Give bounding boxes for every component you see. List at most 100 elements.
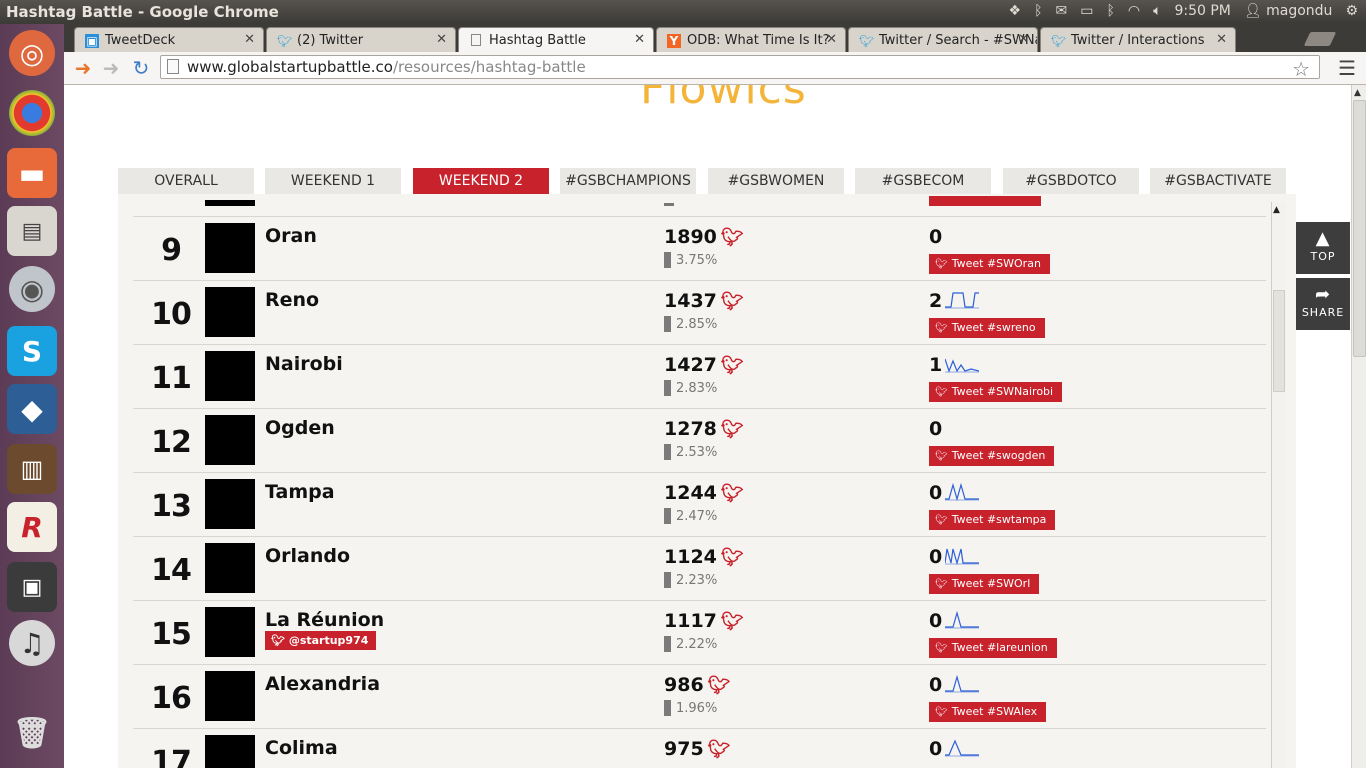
- tweet-count: 1890 🐦︎: [664, 226, 744, 248]
- share-arrow-icon: ➦: [1314, 284, 1332, 305]
- tab-gsbdotco[interactable]: #GSBDOTCO: [1003, 168, 1139, 194]
- tweet-count-value: 975: [664, 738, 704, 760]
- tab-weekend-2[interactable]: WEEKEND 2: [413, 168, 549, 194]
- bluetooth-2-icon[interactable]: ᛒ: [1106, 3, 1114, 19]
- bookmark-star-icon[interactable]: ☆: [1292, 57, 1310, 81]
- dropbox-icon[interactable]: ❖: [1009, 3, 1022, 19]
- rank: 10: [151, 297, 192, 332]
- tab-twitter-search[interactable]: 🐦︎ Twitter / Search - #SWNai ✕: [848, 27, 1038, 52]
- twitter-handle-button[interactable]: 🐦︎ @startup974: [265, 631, 377, 650]
- percent-bar: [664, 636, 671, 652]
- tab-gsbchampions[interactable]: #GSBCHAMPIONS: [560, 168, 696, 194]
- city-name: Reno: [265, 289, 320, 311]
- close-icon[interactable]: ✕: [634, 32, 645, 47]
- close-icon[interactable]: ✕: [1216, 32, 1227, 47]
- workspace-switcher-icon[interactable]: ▣: [7, 562, 57, 612]
- close-icon[interactable]: ✕: [1018, 32, 1029, 47]
- tweet-hashtag-button[interactable]: 🐦︎ Tweet #SWOran: [929, 254, 1050, 274]
- disk-utility-icon[interactable]: ◉: [9, 266, 55, 312]
- flowics-logo: Flowics: [640, 85, 807, 114]
- tweet-hashtag-button[interactable]: 🐦︎ Tweet #lareunion: [929, 638, 1057, 658]
- clock[interactable]: 9:50 PM: [1174, 3, 1230, 19]
- tab-odb[interactable]: Y ODB: What Time Is It? ✕: [656, 27, 846, 52]
- url-path: /resources/hashtag-battle: [392, 58, 586, 76]
- new-tab-button[interactable]: [1303, 32, 1337, 46]
- scroll-up-arrow[interactable]: ▲: [1273, 205, 1280, 215]
- share-button[interactable]: ➦ SHARE: [1296, 278, 1350, 330]
- chrome-icon[interactable]: [9, 90, 55, 136]
- twitter-bird-icon: 🐦︎: [707, 675, 731, 696]
- percent-bar: [664, 572, 671, 588]
- menu-icon[interactable]: ☰: [1338, 56, 1356, 80]
- tab-twitter[interactable]: 🐦︎ (2) Twitter ✕: [266, 27, 456, 52]
- tweet-label: Tweet #SWOran: [951, 257, 1041, 270]
- bluetooth-icon[interactable]: ᛒ: [1034, 3, 1042, 19]
- ubuntu-dash-icon[interactable]: ◎: [9, 30, 55, 76]
- tab-overall[interactable]: OVERALL: [118, 168, 254, 194]
- close-icon[interactable]: ✕: [436, 32, 447, 47]
- tweet-hashtag-button[interactable]: 🐦︎ Tweet #swogden: [929, 446, 1055, 466]
- tab-tweetdeck[interactable]: ▣ TweetDeck ✕: [74, 27, 264, 52]
- launcher: ◎ ▬ ▤ ◉ S ◆ ▥ R ▣ ♫ 🗑︎: [0, 24, 65, 768]
- files-icon[interactable]: ▬: [7, 148, 57, 198]
- leaderboard-row: 10 Reno 1437 🐦︎ 2.85% 2 🐦︎ Tweet #swreno: [133, 280, 1266, 345]
- trash-icon[interactable]: 🗑︎: [7, 708, 57, 758]
- library-icon[interactable]: ▥: [7, 444, 57, 494]
- avatar: [205, 671, 255, 721]
- gear-icon[interactable]: ⚙: [1345, 3, 1358, 19]
- music-player-icon[interactable]: ♫: [9, 620, 55, 666]
- tweet-hashtag-button[interactable]: 🐦︎ Tweet #swreno: [929, 318, 1045, 338]
- twitter-bird-icon: 🐦︎: [277, 34, 293, 48]
- user-menu[interactable]: 👤︎ magondu: [1244, 3, 1333, 19]
- mail-icon[interactable]: ✉: [1055, 3, 1067, 19]
- tweet-hashtag-button[interactable]: 🐦︎ Tweet #swtampa: [929, 510, 1056, 530]
- pct-bar-partial: [664, 203, 674, 206]
- tab-gsbwomen[interactable]: #GSBWOMEN: [708, 168, 844, 194]
- window-scroll-thumb[interactable]: [1353, 100, 1366, 357]
- skype-icon[interactable]: S: [7, 326, 57, 376]
- twitter-bird-icon: 🐦︎: [720, 547, 744, 568]
- tweet-hashtag-button[interactable]: 🐦︎ Tweet #SWNairobi: [929, 382, 1063, 402]
- leaderboard-scrollbar[interactable]: [1271, 202, 1286, 768]
- percent-bar: [664, 444, 671, 460]
- top-button[interactable]: ▲ TOP: [1296, 222, 1350, 274]
- window-scroll-up-arrow[interactable]: ▲: [1354, 88, 1361, 98]
- url-host: www.globalstartupbattle.co: [187, 58, 393, 76]
- tweet-count: 975 🐦︎: [664, 738, 731, 760]
- close-icon[interactable]: ✕: [826, 32, 837, 47]
- twitter-bird-icon: 🐦︎: [935, 515, 948, 526]
- percent-share: 2.53%: [676, 445, 718, 460]
- leaderboard-scroll-thumb[interactable]: [1273, 290, 1285, 392]
- forward-button[interactable]: ➜: [98, 56, 124, 80]
- close-icon[interactable]: ✕: [244, 32, 255, 47]
- percent-share: 2.47%: [676, 509, 718, 524]
- city-name: La Réunion: [265, 609, 385, 631]
- tweet-label: Tweet #lareunion: [951, 641, 1048, 654]
- leaderboard: 9 Oran 1890 🐦︎ 3.75% 0 🐦︎ Tweet #SWOran 10 Reno 14…: [118, 194, 1296, 768]
- rstudio-icon[interactable]: R: [7, 502, 57, 552]
- avatar: [205, 543, 255, 593]
- tweet-hashtag-button[interactable]: 🐦︎ Tweet #SWOrl: [929, 574, 1040, 594]
- system-settings-icon[interactable]: ▤: [7, 206, 57, 256]
- triangle-up-icon: ▲: [1315, 228, 1331, 249]
- tab-hashtag-battle[interactable]: Hashtag Battle ✕: [458, 27, 654, 52]
- tweet-hashtag-button[interactable]: 🐦︎ Tweet #SWAlex: [929, 702, 1047, 722]
- virtualbox-icon[interactable]: ◆: [7, 384, 57, 434]
- back-button[interactable]: ➜: [70, 56, 96, 80]
- tweet-label: Tweet #swtampa: [951, 513, 1047, 526]
- wifi-icon[interactable]: ◠: [1128, 3, 1140, 19]
- address-bar[interactable]: www.globalstartupbattle.co/resources/has…: [160, 55, 1320, 79]
- volume-icon[interactable]: 🔈︎: [1153, 3, 1161, 19]
- tab-gsbecom[interactable]: #GSBECOM: [855, 168, 991, 194]
- battery-icon[interactable]: ▭: [1080, 3, 1093, 19]
- tab-weekend-1[interactable]: WEEKEND 1: [265, 168, 401, 194]
- side-actions: ▲ TOP ➦ SHARE: [1296, 222, 1350, 334]
- tweet-count: 1117 🐦︎: [664, 610, 744, 632]
- reload-button[interactable]: ↻: [128, 56, 154, 80]
- tweet-count: 986 🐦︎: [664, 674, 731, 696]
- tweet-count-value: 1244: [664, 482, 717, 504]
- percent-share: 2.23%: [676, 573, 718, 588]
- tab-gsbactivate[interactable]: #GSBACTIVATE: [1150, 168, 1286, 194]
- tab-twitter-interactions[interactable]: 🐦︎ Twitter / Interactions ✕: [1040, 27, 1236, 52]
- twitter-bird-icon: 🐦︎: [1051, 34, 1067, 48]
